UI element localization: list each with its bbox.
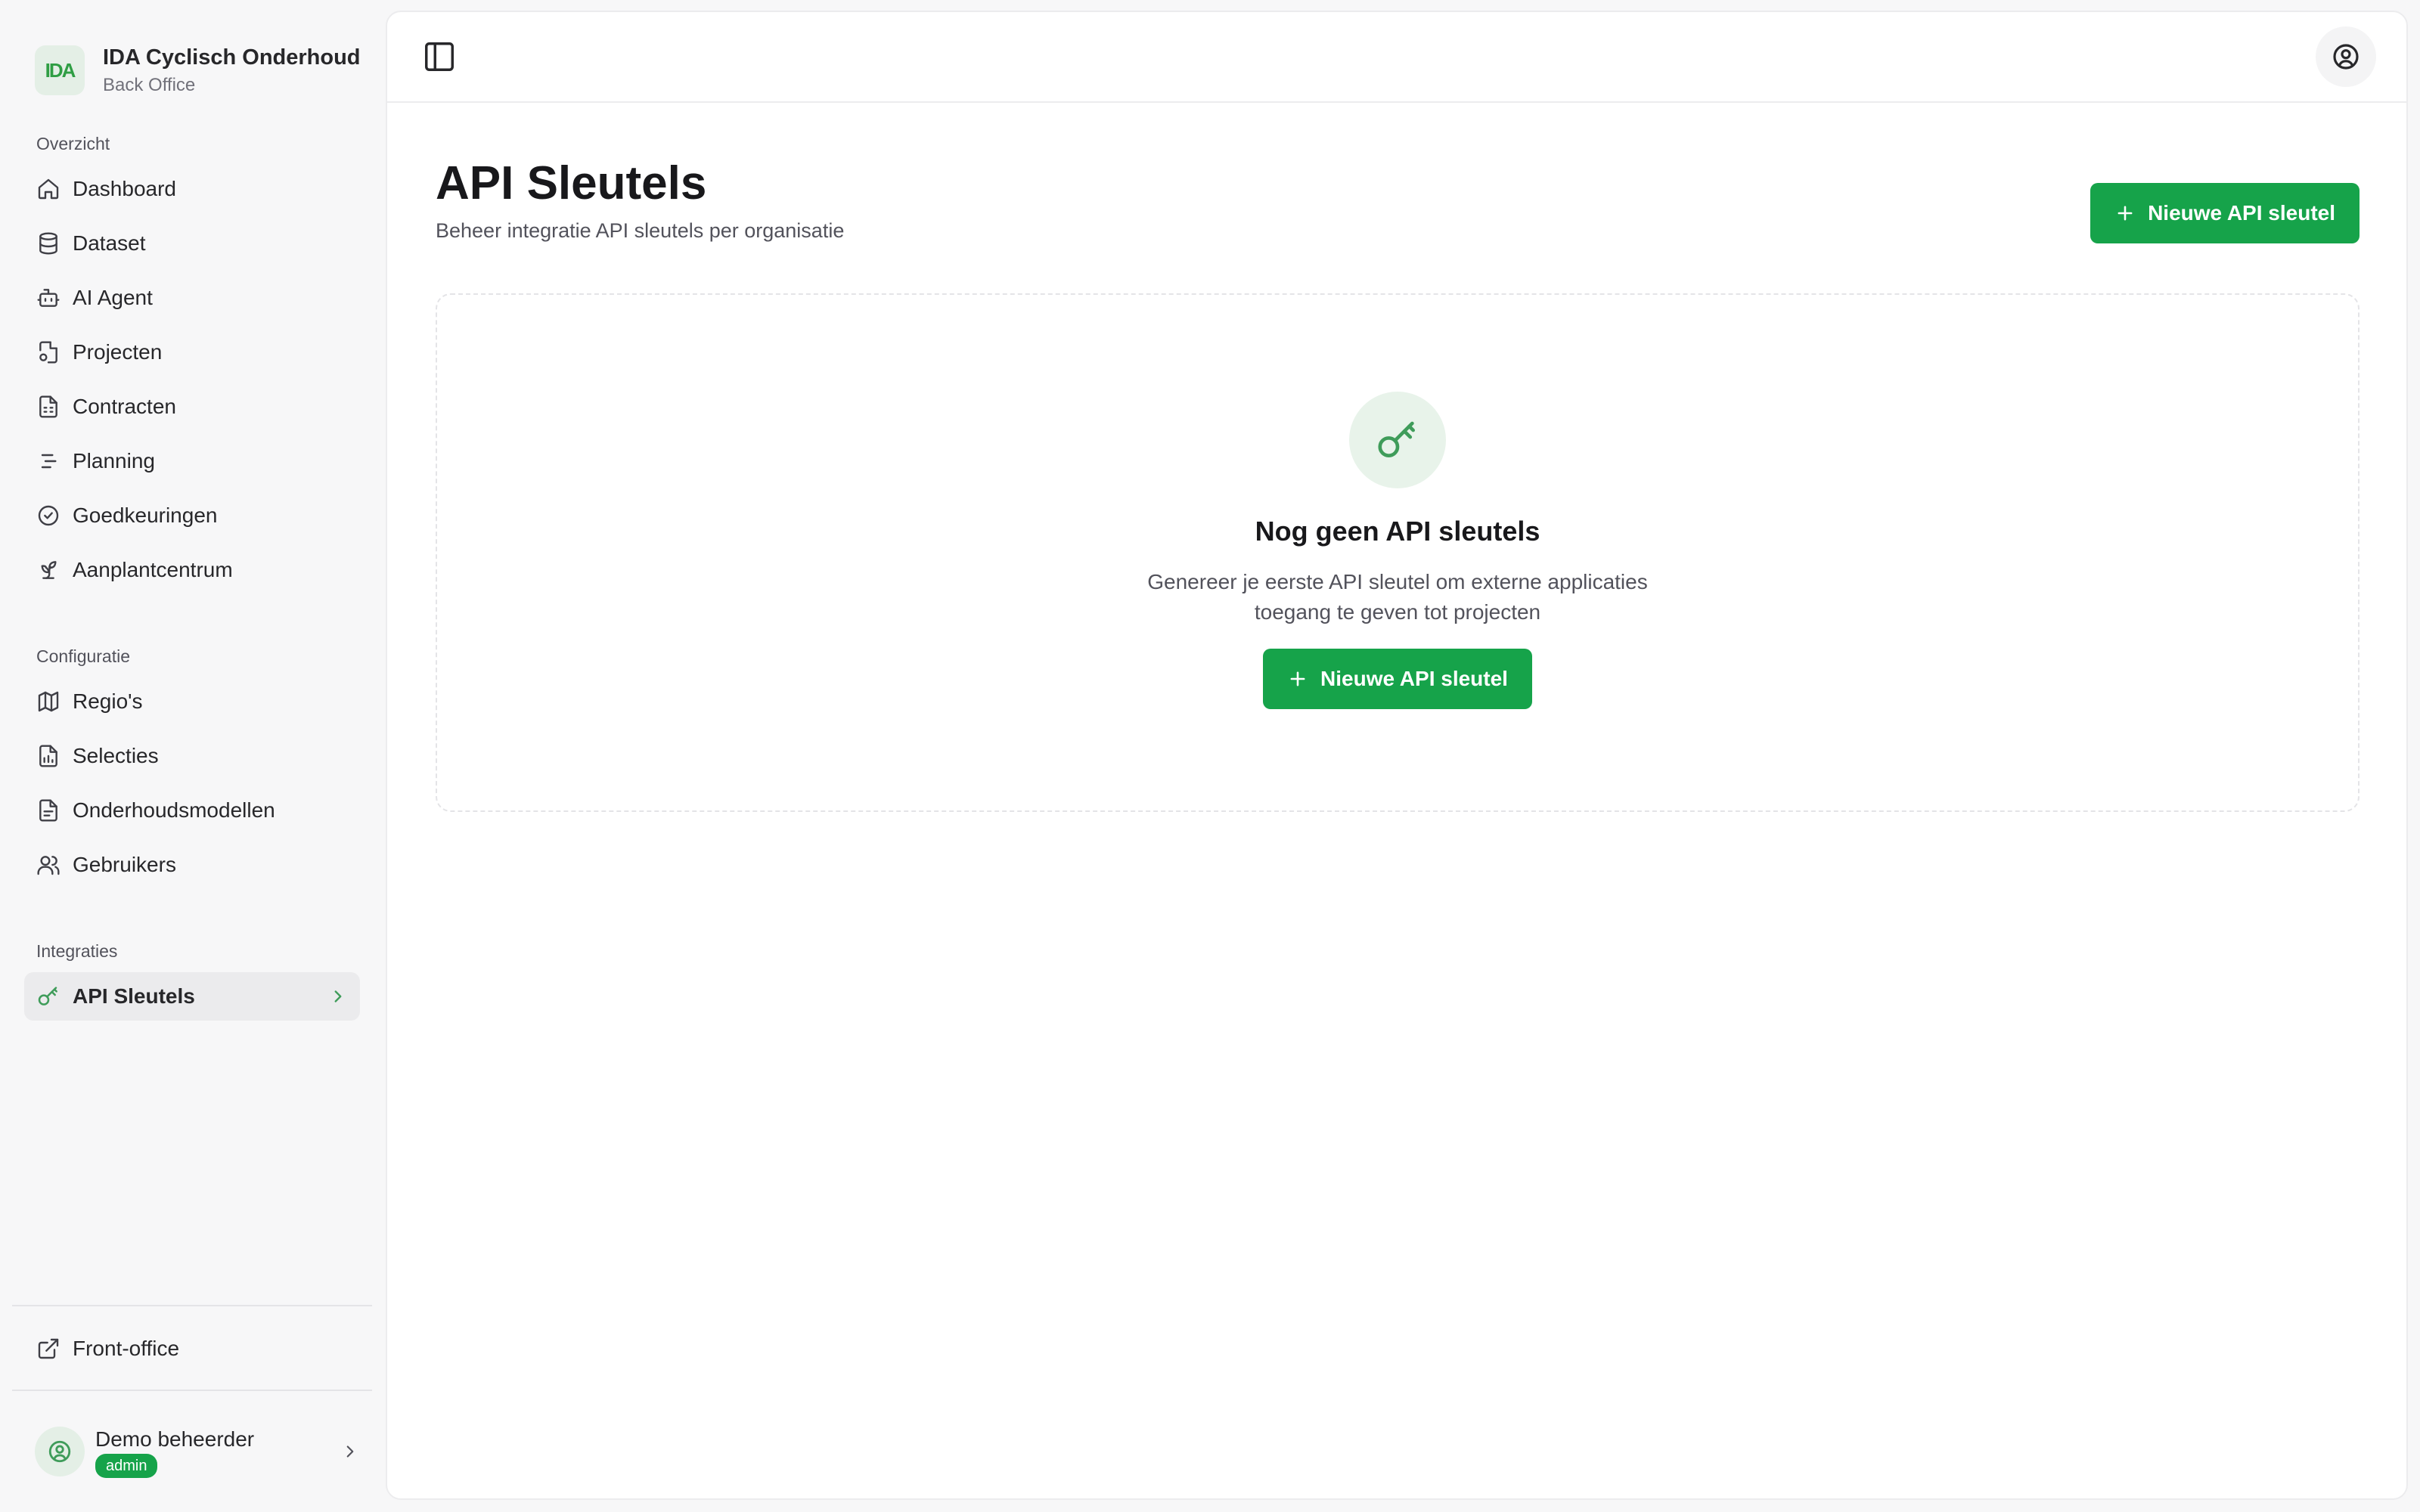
- account-button[interactable]: [2316, 26, 2376, 87]
- page-subtitle: Beheer integratie API sleutels per organ…: [436, 219, 845, 242]
- sidebar-item-label: Planning: [73, 449, 155, 472]
- sidebar-item-label: Contracten: [73, 395, 176, 418]
- role-badge: admin: [95, 1454, 158, 1478]
- avatar: [35, 1427, 85, 1476]
- plus-icon: [2114, 203, 2136, 224]
- key-icon: [36, 984, 60, 1009]
- sidebar-item-label: Gebruikers: [73, 853, 176, 876]
- sidebar-item-label: Onderhoudsmodellen: [73, 798, 275, 822]
- sidebar-item-api-sleutels[interactable]: API Sleutels: [24, 972, 360, 1021]
- file-cog-icon: [36, 798, 60, 823]
- sidebar-item-projecten[interactable]: Projecten: [24, 328, 360, 376]
- sidebar-item-selecties[interactable]: Selecties: [24, 732, 360, 780]
- sidebar-item-label: API Sleutels: [73, 984, 195, 1008]
- group-label: Configuratie: [36, 646, 131, 666]
- key-icon: [1349, 392, 1446, 488]
- sidebar-item-label: Goedkeuringen: [73, 503, 218, 527]
- sidebar-item-planning[interactable]: Planning: [24, 437, 360, 485]
- sidebar-item-front-office[interactable]: Front-office: [24, 1325, 360, 1373]
- user-menu[interactable]: Demo beheerder admin: [0, 1391, 384, 1512]
- page-heading: API Sleutels Beheer integratie API sleut…: [436, 154, 844, 243]
- group-label: Overzicht: [36, 134, 110, 153]
- nav-group-integraties: Integraties API Sleutels: [0, 936, 384, 1027]
- page-title: API Sleutels: [436, 157, 707, 209]
- sidebar-item-goedkeuringen[interactable]: Goedkeuringen: [24, 491, 360, 540]
- brand[interactable]: IDA IDA Cyclisch Onderhoud Back Office: [0, 0, 384, 106]
- plus-icon: [1287, 668, 1308, 689]
- users-icon: [36, 853, 60, 877]
- user-circle-icon: [2331, 42, 2361, 72]
- external-link-icon: [36, 1337, 60, 1361]
- button-label: Nieuwe API sleutel: [2148, 201, 2335, 225]
- sidebar-item-gebruikers[interactable]: Gebruikers: [24, 841, 360, 889]
- sidebar-item-label: Aanplantcentrum: [73, 558, 233, 581]
- file-chart-icon: [36, 744, 60, 768]
- nav-group-footer: Front-office: [0, 1306, 384, 1390]
- nav-group-configuratie: Configuratie Regio's Selecties Onderhoud…: [0, 641, 384, 895]
- sidebar-item-label: Selecties: [73, 744, 159, 767]
- map-icon: [36, 689, 60, 714]
- empty-state-title: Nog geen API sleutels: [1255, 516, 1540, 547]
- sidebar-item-label: Dataset: [73, 231, 146, 255]
- sidebar-toggle-button[interactable]: [420, 38, 458, 76]
- brand-title: IDA Cyclisch Onderhoud: [103, 45, 361, 70]
- sidebar-item-dataset[interactable]: Dataset: [24, 219, 360, 268]
- main-panel: API Sleutels Beheer integratie API sleut…: [386, 11, 2408, 1500]
- group-label: Integraties: [36, 941, 118, 961]
- sidebar-item-aanplantcentrum[interactable]: Aanplantcentrum: [24, 546, 360, 594]
- bot-icon: [36, 286, 60, 310]
- circle-check-icon: [36, 503, 60, 528]
- panel-left-icon: [422, 39, 457, 74]
- list-indent-icon: [36, 449, 60, 473]
- page-header: API Sleutels Beheer integratie API sleut…: [387, 103, 2406, 243]
- sidebar-item-ai-agent[interactable]: AI Agent: [24, 274, 360, 322]
- chevron-right-icon: [340, 1442, 360, 1461]
- topbar: [387, 12, 2406, 103]
- empty-state-description: Genereer je eerste API sleutel om extern…: [1147, 570, 1648, 624]
- brand-text: IDA Cyclisch Onderhoud Back Office: [103, 42, 361, 98]
- brand-subtitle: Back Office: [103, 75, 196, 95]
- sidebar-item-onderhoudsmodellen[interactable]: Onderhoudsmodellen: [24, 786, 360, 835]
- empty-state: Nog geen API sleutels Genereer je eerste…: [436, 293, 2360, 812]
- chevron-right-icon: [328, 987, 348, 1006]
- file-cog-icon: [36, 340, 60, 364]
- new-api-key-button[interactable]: Nieuwe API sleutel: [2090, 183, 2360, 243]
- sidebar-item-dashboard[interactable]: Dashboard: [24, 165, 360, 213]
- sidebar-item-contracten[interactable]: Contracten: [24, 383, 360, 431]
- file-spreadsheet-icon: [36, 395, 60, 419]
- sprout-icon: [36, 558, 60, 582]
- new-api-key-button-empty[interactable]: Nieuwe API sleutel: [1263, 649, 1532, 709]
- sidebar: IDA IDA Cyclisch Onderhoud Back Office O…: [0, 0, 384, 1512]
- button-label: Nieuwe API sleutel: [1320, 667, 1508, 690]
- user-name: Demo beheerder: [95, 1427, 255, 1451]
- front-office-label: Front-office: [73, 1337, 180, 1360]
- database-icon: [36, 231, 60, 256]
- sidebar-item-label: Regio's: [73, 689, 143, 713]
- sidebar-item-regios[interactable]: Regio's: [24, 677, 360, 726]
- home-icon: [36, 177, 60, 201]
- brand-logo: IDA: [35, 45, 85, 95]
- sidebar-item-label: AI Agent: [73, 286, 153, 309]
- sidebar-item-label: Dashboard: [73, 177, 176, 200]
- user-info: Demo beheerder admin: [95, 1425, 254, 1478]
- nav-group-overzicht: Overzicht Dashboard Dataset AI Agent Pro…: [0, 129, 384, 600]
- sidebar-item-label: Projecten: [73, 340, 163, 364]
